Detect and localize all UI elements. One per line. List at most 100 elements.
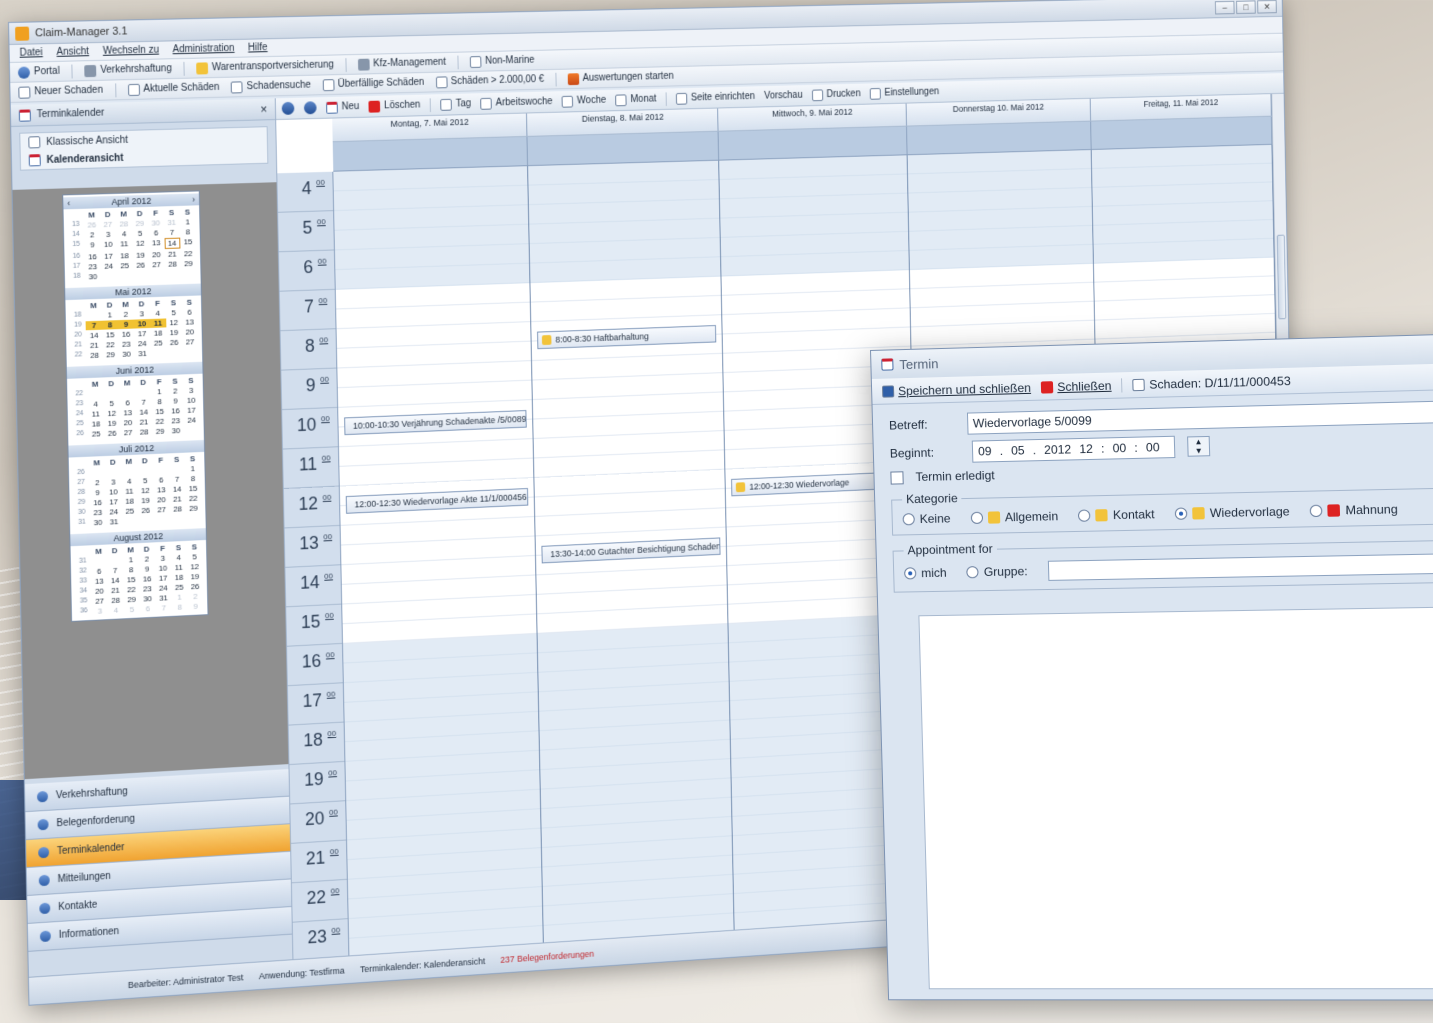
datetime-spinner[interactable]: ▲ ▼ — [1187, 435, 1211, 457]
mini-calendar-day[interactable]: 15 — [102, 330, 118, 340]
delete-button[interactable]: Löschen — [368, 99, 421, 113]
mini-calendar-day[interactable]: 28 — [165, 259, 181, 269]
mini-calendar-day[interactable]: 12 — [132, 239, 148, 250]
done-checkbox[interactable] — [890, 470, 904, 485]
mini-calendar-day[interactable]: 6 — [91, 566, 107, 576]
mini-calendar-day[interactable]: 24 — [184, 415, 200, 425]
mini-calendar-day[interactable]: 26 — [187, 582, 203, 592]
mini-calendar-day[interactable]: 9 — [84, 240, 100, 251]
mini-calendar-day[interactable]: 1 — [180, 217, 196, 226]
mini-calendar-day[interactable]: 11 — [149, 318, 166, 328]
mini-calendar-day[interactable]: 25 — [150, 338, 166, 348]
mini-calendar-day[interactable]: 14 — [169, 484, 185, 494]
mini-calendar-day[interactable]: 1 — [102, 310, 118, 320]
settings-button[interactable]: Einstellungen — [869, 86, 940, 100]
mini-calendar-day[interactable]: 1 — [171, 592, 187, 602]
preview-button[interactable]: Vorschau — [764, 90, 803, 102]
claim-search-button[interactable]: Schadensuche — [231, 79, 311, 93]
mini-calendar-day[interactable]: 2 — [84, 230, 100, 239]
mini-calendar-day[interactable]: 20 — [148, 250, 164, 259]
mini-calendar-day[interactable]: 18 — [116, 251, 132, 260]
mini-calendar-day[interactable]: 4 — [150, 309, 166, 318]
mini-calendar-day[interactable]: 31 — [155, 593, 171, 603]
maximize-button[interactable]: □ — [1236, 0, 1256, 14]
mini-calendar-day[interactable]: 4 — [171, 553, 187, 563]
mini-calendar-day[interactable]: 14 — [136, 407, 152, 417]
module-non-marine[interactable]: Non-Marine — [469, 54, 535, 68]
start-datetime-input[interactable]: 09. 05. 2012 12: 00: 00 — [971, 435, 1176, 463]
mini-calendar-day[interactable]: 16 — [139, 574, 155, 584]
mini-calendar-day[interactable]: 15 — [152, 407, 168, 417]
mini-calendar-day[interactable]: 31 — [134, 349, 150, 359]
mini-calendar-day[interactable]: 9 — [89, 488, 105, 498]
mini-calendar-day[interactable]: 7 — [156, 603, 172, 613]
mini-calendar-day[interactable]: 18 — [150, 328, 166, 338]
mini-calendar-day[interactable]: 8 — [172, 602, 188, 612]
mini-calendar-day[interactable]: 3 — [155, 554, 171, 564]
menu-datei[interactable]: Datei — [19, 47, 42, 59]
mini-calendar-day[interactable]: 4 — [121, 477, 137, 487]
day-column[interactable]: 8:00-8:30 Haftbarhaltung 13:30-14:00 Guta… — [528, 160, 735, 943]
current-claims-button[interactable]: Aktuelle Schäden — [127, 81, 220, 96]
mini-calendar-day[interactable]: 25 — [122, 506, 138, 516]
mini-calendar-day[interactable]: 17 — [134, 329, 150, 339]
mini-calendar-day[interactable]: 28 — [170, 504, 186, 514]
mini-calendar-day[interactable]: 21 — [107, 586, 123, 596]
mini-calendar-day[interactable]: 10 — [100, 240, 116, 251]
mini-calendar-day[interactable]: 31 — [164, 218, 180, 227]
mini-calendar-day[interactable]: 25 — [117, 261, 133, 270]
mini-calendar-day[interactable]: 19 — [187, 572, 203, 582]
mini-calendar-day[interactable]: 29 — [102, 350, 118, 360]
mini-calendar-day[interactable]: 30 — [168, 426, 184, 436]
overdue-claims-button[interactable]: Überfällige Schäden — [322, 76, 424, 91]
mini-calendar-day[interactable]: 22 — [102, 340, 118, 350]
mini-calendar-day[interactable]: 27 — [149, 260, 165, 269]
mini-calendar-day[interactable]: 9 — [117, 319, 135, 330]
mini-calendar-day[interactable]: 8 — [123, 565, 139, 575]
scrollbar-thumb[interactable] — [1276, 234, 1287, 320]
new-claim-button[interactable]: Neuer Schaden — [18, 84, 103, 99]
mini-calendar-day[interactable]: 18 — [171, 573, 187, 583]
module-warentransport[interactable]: Warentransportversicherung — [196, 59, 334, 75]
mini-calendar-day[interactable]: 13 — [153, 485, 169, 495]
mini-calendar-day[interactable]: 14 — [164, 237, 181, 250]
mini-calendar-day[interactable]: 8 — [180, 227, 196, 236]
mini-calendar-day[interactable]: 17 — [183, 405, 199, 415]
mini-calendar-day[interactable]: 22 — [152, 417, 168, 427]
mini-calendar-day[interactable]: 1 — [185, 464, 201, 474]
radio-mich[interactable]: mich — [904, 566, 947, 581]
mini-calendar-day[interactable]: 19 — [166, 328, 182, 337]
mini-calendar-day[interactable]: 28 — [136, 427, 152, 437]
mini-calendar-day[interactable]: 20 — [120, 418, 136, 428]
mini-calendar-day[interactable]: 7 — [169, 474, 185, 484]
mini-calendar-day[interactable]: 24 — [134, 339, 150, 349]
mini-calendar-day[interactable]: 5 — [132, 229, 148, 238]
day-column[interactable]: 10:00-10:30 Verjährung Schadenakte /5/00… — [333, 166, 544, 956]
mini-calendar-day[interactable]: 29 — [124, 595, 140, 605]
mini-calendar-day[interactable]: 16 — [168, 406, 184, 416]
mini-calendar-day[interactable]: 30 — [90, 518, 106, 528]
forward-icon[interactable] — [303, 101, 317, 115]
mini-calendar-day[interactable]: 4 — [108, 605, 124, 615]
mini-calendar-day[interactable]: 12 — [137, 486, 153, 496]
status-warning[interactable]: 237 Belegenforderungen — [500, 948, 594, 964]
mini-calendar-day[interactable]: 25 — [88, 429, 104, 439]
start-reports-button[interactable]: Auswertungen starten — [567, 70, 674, 85]
mini-calendar-day[interactable]: 5 — [137, 476, 153, 486]
mini-calendar-day[interactable]: 30 — [85, 272, 101, 281]
mini-calendar-day[interactable]: 16 — [90, 498, 106, 508]
mini-calendar-day[interactable]: 9 — [187, 602, 203, 612]
mini-calendar-day[interactable]: 23 — [118, 339, 134, 349]
mini-calendar-day[interactable]: 7 — [135, 397, 151, 407]
mini-calendar-day[interactable]: 4 — [87, 399, 103, 409]
mini-calendar-day[interactable]: 6 — [148, 228, 164, 237]
mini-calendar-day[interactable]: 3 — [134, 309, 150, 318]
mini-calendar-day[interactable]: 19 — [104, 419, 120, 429]
mini-calendar-day[interactable]: 2 — [187, 592, 203, 602]
subject-input[interactable]: Wiedervorlage 5/0099 — [966, 399, 1433, 435]
radio-category[interactable]: Wiedervorlage — [1174, 504, 1290, 521]
mini-calendar-day[interactable]: 17 — [155, 573, 171, 583]
mini-calendar-day[interactable]: 22 — [185, 494, 201, 504]
mini-calendar-day[interactable]: 15 — [123, 575, 139, 585]
mini-calendar-day[interactable]: 14 — [107, 576, 123, 586]
